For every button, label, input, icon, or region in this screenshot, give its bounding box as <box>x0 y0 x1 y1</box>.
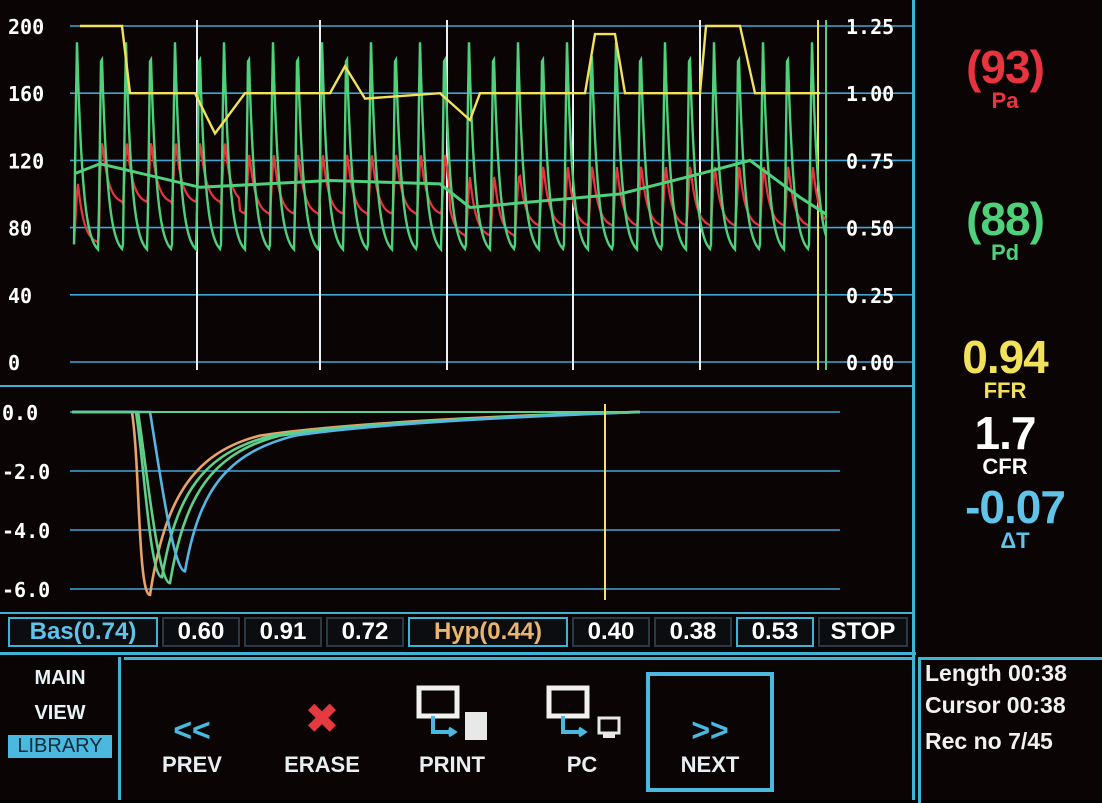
temperature-tick-label: 0.0 <box>2 401 38 425</box>
length-readout: Length 00:38 <box>925 660 1067 686</box>
ffr-tick-label: 0.25 <box>846 284 894 308</box>
cfr-label: CFR <box>982 454 1028 479</box>
strip-divider <box>0 612 912 614</box>
temperature-tick-label: -4.0 <box>2 519 50 543</box>
playback-toolbar: << PREV ✖ ERASE PRINT PC >> NEXT <box>124 657 914 803</box>
computer-icon <box>522 684 642 749</box>
waveform-display: 200 160 120 80 40 0 1.25 1.00 0.75 0.50 0.25 0.00 0… <box>2 15 912 602</box>
printer-icon <box>392 684 512 749</box>
ffr-tick-label: 0.00 <box>846 351 894 375</box>
ffr-tick-label: 1.00 <box>846 82 894 106</box>
pressure-tick-label: 40 <box>8 284 32 308</box>
next-button[interactable]: >> NEXT <box>646 672 774 792</box>
pressure-tick-label: 160 <box>8 82 44 106</box>
ffr-label: FFR <box>983 378 1027 403</box>
baseline-cell[interactable]: Bas(0.74) <box>8 617 158 647</box>
baseline-value-cell[interactable]: 0.91 <box>244 617 322 647</box>
hyperemia-value-cell[interactable]: 0.40 <box>572 617 650 647</box>
dt-value: -0.07 <box>965 481 1066 533</box>
mode-selector: MAIN VIEW LIBRARY <box>0 657 121 800</box>
beat-markers <box>196 20 827 370</box>
ffr-tick-label: 0.50 <box>846 217 894 241</box>
pressure-tick-label: 120 <box>8 149 44 173</box>
dt-readout: -0.07 ΔT <box>940 484 1090 552</box>
monitor-screen: 200 160 120 80 40 0 1.25 1.00 0.75 0.50 0.25 0.00 0… <box>0 0 1102 803</box>
erase-button[interactable]: ✖ ERASE <box>262 660 382 800</box>
ffr-readout: 0.94 FFR <box>940 334 1070 402</box>
ffr-value: 0.94 <box>962 331 1049 383</box>
print-label: PRINT <box>419 752 485 777</box>
toolbar-divider <box>0 652 916 655</box>
double-chevron-left-icon: << <box>173 712 211 748</box>
hyperemia-cell[interactable]: Hyp(0.44) <box>408 617 568 647</box>
pc-label: PC <box>566 752 598 777</box>
cfr-value: 1.7 <box>974 407 1037 459</box>
measurement-strip: Bas(0.74) 0.60 0.91 0.72 Hyp(0.44) 0.40 … <box>8 617 912 649</box>
ffr-tick-label: 0.75 <box>846 149 894 173</box>
hyperemia-value-cell[interactable]: 0.53 <box>736 617 814 647</box>
ffr-trace <box>80 24 820 136</box>
library-mode[interactable]: LIBRARY <box>8 735 112 758</box>
baseline-value-cell[interactable]: 0.60 <box>162 617 240 647</box>
cursor-readout: Cursor 00:38 <box>925 692 1066 718</box>
double-chevron-right-icon: >> <box>691 712 729 748</box>
pressure-tick-label: 80 <box>8 217 32 241</box>
view-mode[interactable]: VIEW <box>8 702 112 725</box>
pc-button[interactable]: PC <box>522 660 642 800</box>
baseline-value-cell[interactable]: 0.72 <box>326 617 404 647</box>
temperature-tick-label: -6.0 <box>2 578 50 602</box>
erase-label: ERASE <box>284 752 360 777</box>
stop-button[interactable]: STOP <box>818 617 908 647</box>
pd-label: Pd <box>990 240 1020 265</box>
pa-value: (93) <box>966 41 1045 93</box>
record-number: Rec no 7/45 <box>925 728 1053 754</box>
cfr-readout: 1.7 CFR <box>940 410 1070 478</box>
pressure-traces <box>72 24 828 253</box>
next-label: NEXT <box>680 752 740 777</box>
main-mode[interactable]: MAIN <box>8 667 112 690</box>
ffr-tick-label: 1.25 <box>846 15 894 39</box>
pa-readout: (93) Pa <box>940 44 1070 112</box>
hyperemia-value-cell[interactable]: 0.38 <box>654 617 732 647</box>
pressure-tick-label: 200 <box>8 15 44 39</box>
pressure-tick-label: 0 <box>8 351 20 375</box>
pd-readout: (88) Pd <box>940 196 1070 264</box>
thermodilution-curves <box>72 404 641 600</box>
temperature-tick-label: -2.0 <box>2 460 50 484</box>
erase-x-icon: ✖ <box>304 695 340 742</box>
pd-value: (88) <box>966 193 1045 245</box>
pa-label: Pa <box>991 88 1019 113</box>
pd-trace <box>72 42 828 253</box>
thermodilution-axis-ticks: 0.0 -2.0 -4.0 -6.0 <box>2 401 50 602</box>
print-button[interactable]: PRINT <box>392 660 512 800</box>
prev-button[interactable]: << PREV <box>132 660 252 800</box>
prev-label: PREV <box>162 752 222 777</box>
dt-label: ΔT <box>1000 528 1030 553</box>
recording-info: Length 00:38 Cursor 00:38 Rec no 7/45 <box>918 657 1102 803</box>
chart-divider <box>0 385 912 387</box>
